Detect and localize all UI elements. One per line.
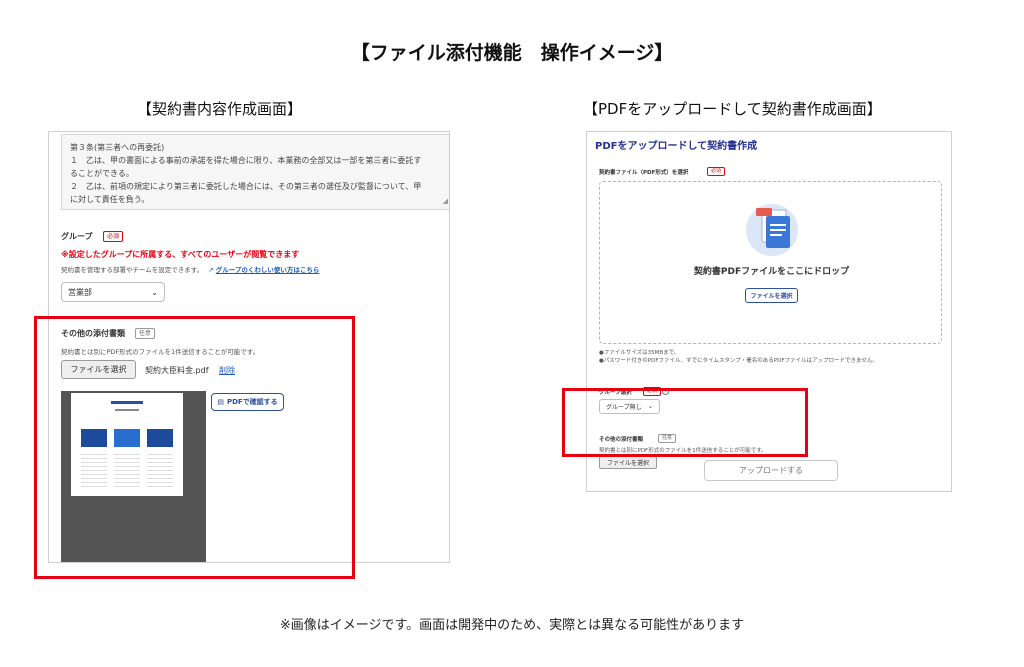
article-line: に対して責任を負う。 (70, 195, 150, 204)
attach-hint: 契約書とは別にPDF形式のファイルを1件送信することが可能です。 (599, 448, 767, 454)
group-hint: 契約書を管理する部署やチームを設定できます。 ↗ グループのくわしい使い方はこち… (61, 264, 319, 274)
group-select[interactable]: 営業部 ⌄ (61, 282, 165, 302)
pdf-preview-page (71, 393, 183, 496)
article-line: 第３条(第三者への再委託) (70, 143, 165, 152)
attach-hint: 契約書とは別にPDF形式のファイルを1件送信することが可能です。 (61, 348, 260, 356)
required-badge: 必須 (103, 231, 124, 242)
pdf-preview[interactable] (61, 391, 206, 562)
article-line: １ 乙は、甲の書面による事前の承諾を得た場合に限り、本業務の全部又は一部を第三者… (70, 156, 422, 165)
password-note: ●パスワード付きのPDFファイル、すでにタイムスタンプ・署名のあるPDFファイル… (599, 358, 878, 364)
left-panel-heading: 【契約書内容作成画面】 (137, 100, 303, 118)
group-select[interactable]: グループ無し ⌄ (599, 399, 660, 414)
right-panel-heading: 【PDFをアップロードして契約書作成画面】 (583, 100, 882, 118)
required-badge: 必須 (707, 167, 726, 176)
file-size-note: ●ファイルサイズは35MBまで。 (599, 350, 680, 356)
external-link-icon: ↗ (208, 266, 214, 274)
group-select-label: グループ選択 (599, 390, 632, 396)
footer-note: ※画像はイメージです。画面は開発中のため、実際とは異なる可能性があります (279, 618, 745, 633)
group-hint-text: 契約書を管理する部署やチームを設定できます。 (61, 266, 204, 274)
article-textarea[interactable]: 第３条(第三者への再委託) １ 乙は、甲の書面による事前の承諾を得た場合に限り、… (61, 134, 449, 210)
dropzone-file-button[interactable]: ファイルを選択 (745, 288, 798, 303)
article-line: ２ 乙は、前項の規定により第三者に委託した場合には、その第三者の選任及び監督につ… (70, 182, 422, 191)
drop-text: 契約書PDFファイルをここにドロップ (693, 267, 850, 277)
group-help-link[interactable]: グループのくわしい使い方はこちら (216, 266, 320, 274)
resize-grip-icon[interactable]: ◢ (443, 195, 448, 208)
upload-button[interactable]: アップロードする (704, 460, 838, 481)
pdf-dropzone[interactable]: 契約書PDFファイルをここにドロップ ファイルを選択 (599, 181, 942, 344)
contract-file-label: 契約書ファイル（PDF形式）を選択 (599, 170, 689, 176)
attach-label: その他の添付書類 (599, 437, 644, 443)
chevron-down-icon: ⌄ (151, 287, 158, 297)
group-select-value: グループ無し (606, 404, 642, 411)
delete-link[interactable]: 削除 (219, 365, 235, 376)
optional-badge: 任意 (135, 328, 156, 339)
document-icon: ▤ (217, 398, 224, 406)
attach-label: その他の添付書類 (61, 329, 125, 338)
group-label: グループ (61, 232, 93, 241)
article-line: ることができる。 (70, 169, 134, 178)
pdf-confirm-label: PDFで確認する (226, 398, 278, 406)
group-select-value: 営業部 (68, 287, 92, 297)
chevron-down-icon: ⌄ (647, 403, 653, 410)
optional-badge: 任意 (658, 434, 677, 443)
file-select-button[interactable]: ファイルを選択 (61, 360, 136, 379)
file-select-button[interactable]: ファイルを選択 (599, 456, 657, 469)
pdf-upload-screen: PDFをアップロードして契約書作成 契約書ファイル（PDF形式）を選択 必須 契… (586, 131, 952, 492)
help-icon[interactable]: ? (662, 388, 669, 395)
attached-file-name: 契約大臣料金.pdf (145, 366, 209, 375)
contract-edit-screen: 第３条(第三者への再委託) １ 乙は、甲の書面による事前の承諾を得た場合に限り、… (48, 131, 450, 563)
group-required-badge: 必須 (643, 387, 662, 396)
group-warning: ※設定したグループに所属する、すべてのユーザーが閲覧できます (61, 250, 300, 259)
upload-screen-title: PDFをアップロードして契約書作成 (595, 141, 758, 152)
pdf-confirm-button[interactable]: ▤ PDFで確認する (211, 393, 284, 411)
main-title: 【ファイル添付機能 操作イメージ】 (350, 42, 674, 64)
pdf-document-icon (746, 204, 798, 256)
